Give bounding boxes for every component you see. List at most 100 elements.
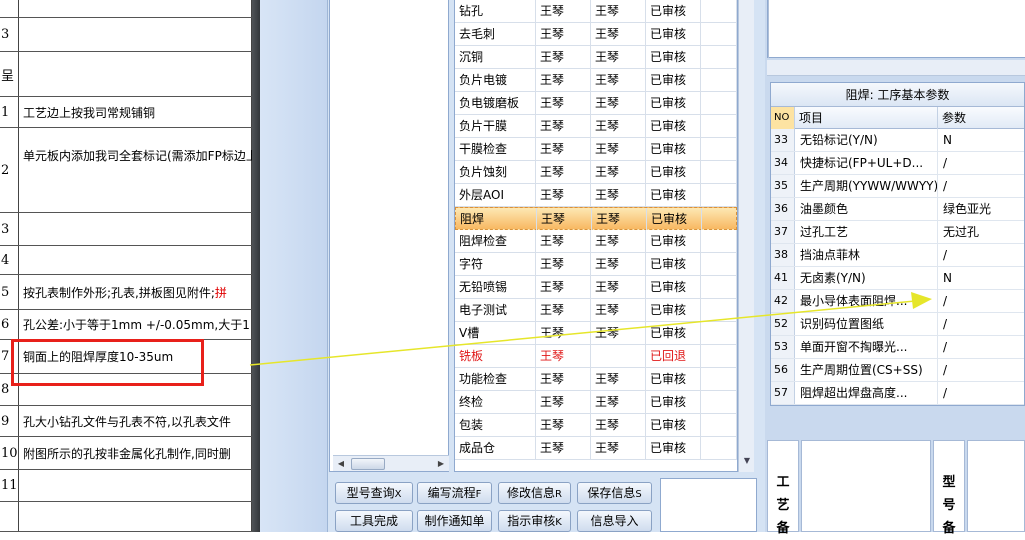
blank-cell[interactable] xyxy=(701,368,737,390)
process-row[interactable]: 干膜检查 王琴 王琴 已审核 xyxy=(455,138,737,161)
status-cell[interactable]: 已审核 xyxy=(646,92,701,114)
spec-review-button[interactable]: 指示审核K xyxy=(498,510,571,532)
status-cell[interactable]: 已审核 xyxy=(646,299,701,321)
checker-cell[interactable]: 王琴 xyxy=(591,414,646,436)
process-row[interactable]: 负片干膜 王琴 王琴 已审核 xyxy=(455,115,737,138)
status-cell[interactable]: 已回退 xyxy=(646,345,701,367)
param-value-cell[interactable]: / xyxy=(938,313,1024,335)
param-item-cell[interactable]: 油墨颜色 xyxy=(795,198,938,220)
param-row[interactable]: 57 阻焊超出焊盘高度... / xyxy=(771,382,1024,405)
process-row[interactable]: 电子测试 王琴 王琴 已审核 xyxy=(455,299,737,322)
param-item-cell[interactable]: 生产周期位置(CS+SS) xyxy=(795,359,938,381)
process-row[interactable]: 去毛刺 王琴 王琴 已审核 xyxy=(455,23,737,46)
blank-cell[interactable] xyxy=(701,414,737,436)
param-value-cell[interactable]: / xyxy=(938,336,1024,358)
process-name-cell[interactable]: 终检 xyxy=(455,391,536,413)
maker-cell[interactable]: 王琴 xyxy=(536,46,591,68)
checker-cell[interactable]: 王琴 xyxy=(591,437,646,459)
maker-cell[interactable]: 王琴 xyxy=(536,23,591,45)
scroll-left-icon[interactable]: ◀ xyxy=(335,458,347,470)
blank-cell[interactable] xyxy=(701,299,737,321)
process-name-cell[interactable]: 铣板 xyxy=(455,345,536,367)
param-item-cell[interactable]: 最小导体表面阻焊... xyxy=(795,290,938,312)
process-row[interactable]: 负片蚀刻 王琴 王琴 已审核 xyxy=(455,161,737,184)
status-cell[interactable]: 已审核 xyxy=(646,46,701,68)
modify-info-button[interactable]: 修改信息R xyxy=(498,482,571,504)
param-item-cell[interactable]: 挡油点菲林 xyxy=(795,244,938,266)
status-cell[interactable]: 已审核 xyxy=(646,115,701,137)
process-row[interactable]: 阻焊检查 王琴 王琴 已审核 xyxy=(455,230,737,253)
process-name-cell[interactable]: 外层AOI xyxy=(455,184,536,206)
param-value-cell[interactable]: / xyxy=(938,175,1024,197)
process-name-cell[interactable]: 负片蚀刻 xyxy=(455,161,536,183)
process-row[interactable]: V槽 王琴 王琴 已审核 xyxy=(455,322,737,345)
process-name-cell[interactable]: 钻孔 xyxy=(455,0,536,22)
param-item-cell[interactable]: 阻焊超出焊盘高度... xyxy=(795,382,938,404)
maker-cell[interactable]: 王琴 xyxy=(536,414,591,436)
status-cell[interactable]: 已审核 xyxy=(646,253,701,275)
maker-cell[interactable]: 王琴 xyxy=(536,276,591,298)
status-cell[interactable]: 已审核 xyxy=(646,69,701,91)
status-cell[interactable]: 已审核 xyxy=(646,184,701,206)
param-value-cell[interactable]: 无过孔 xyxy=(938,221,1024,243)
status-cell[interactable]: 已审核 xyxy=(646,0,701,22)
maker-cell[interactable]: 王琴 xyxy=(536,230,591,252)
maker-cell[interactable]: 王琴 xyxy=(536,92,591,114)
checker-cell[interactable] xyxy=(591,345,646,367)
make-notice-button[interactable]: 制作通知单 xyxy=(417,510,492,532)
maker-cell[interactable]: 王琴 xyxy=(536,299,591,321)
process-table-vscrollbar[interactable]: ▼ xyxy=(738,0,754,472)
maker-cell[interactable]: 王琴 xyxy=(536,345,591,367)
status-cell[interactable]: 已审核 xyxy=(646,23,701,45)
param-value-cell[interactable]: N xyxy=(938,267,1024,289)
process-row[interactable]: 阻焊 王琴 王琴 已审核 xyxy=(455,207,737,230)
maker-cell[interactable]: 王琴 xyxy=(537,208,592,230)
checker-cell[interactable]: 王琴 xyxy=(591,69,646,91)
status-cell[interactable]: 已审核 xyxy=(646,230,701,252)
process-name-cell[interactable]: 成品仓 xyxy=(455,437,536,459)
param-no-cell[interactable]: 38 xyxy=(771,244,795,266)
param-value-cell[interactable]: / xyxy=(938,290,1024,312)
param-no-cell[interactable]: 34 xyxy=(771,152,795,174)
status-cell[interactable]: 已审核 xyxy=(646,138,701,160)
checker-cell[interactable]: 王琴 xyxy=(591,276,646,298)
blank-cell[interactable] xyxy=(701,276,737,298)
maker-cell[interactable]: 王琴 xyxy=(536,253,591,275)
maker-cell[interactable]: 王琴 xyxy=(536,368,591,390)
param-grid[interactable]: 阻焊: 工序基本参数 NO 项目 参数 33 无铅标记(Y/N) N 34 快捷标记(F… xyxy=(770,82,1025,406)
model-query-button[interactable]: 型号查询X xyxy=(335,482,413,504)
param-row[interactable]: 42 最小导体表面阻焊... / xyxy=(771,290,1024,313)
checker-cell[interactable]: 王琴 xyxy=(591,184,646,206)
blank-cell[interactable] xyxy=(701,345,737,367)
maker-cell[interactable]: 王琴 xyxy=(536,69,591,91)
right-top-hscrollbar[interactable] xyxy=(767,60,1025,76)
process-row[interactable]: 无铅喷锡 王琴 王琴 已审核 xyxy=(455,276,737,299)
param-row[interactable]: 38 挡油点菲林 / xyxy=(771,244,1024,267)
blank-cell[interactable] xyxy=(701,46,737,68)
header-item[interactable]: 项目 xyxy=(795,107,938,129)
blank-cell[interactable] xyxy=(701,0,737,22)
save-info-button[interactable]: 保存信息S xyxy=(577,482,652,504)
blank-cell[interactable] xyxy=(701,437,737,459)
process-name-cell[interactable]: 负片电镀 xyxy=(455,69,536,91)
process-note-textbox[interactable] xyxy=(801,440,931,532)
process-row[interactable]: 字符 王琴 王琴 已审核 xyxy=(455,253,737,276)
param-no-cell[interactable]: 33 xyxy=(771,129,795,151)
checker-cell[interactable]: 王琴 xyxy=(591,368,646,390)
param-no-cell[interactable]: 41 xyxy=(771,267,795,289)
status-cell[interactable]: 已审核 xyxy=(646,322,701,344)
process-name-cell[interactable]: 阻焊 xyxy=(456,208,537,230)
process-name-cell[interactable]: 沉铜 xyxy=(455,46,536,68)
scroll-down-icon[interactable]: ▼ xyxy=(741,456,753,468)
checker-cell[interactable]: 王琴 xyxy=(591,23,646,45)
param-item-cell[interactable]: 生产周期(YYWW/WWYY) xyxy=(795,175,938,197)
maker-cell[interactable]: 王琴 xyxy=(536,138,591,160)
blank-cell[interactable] xyxy=(702,208,737,230)
checker-cell[interactable]: 王琴 xyxy=(591,299,646,321)
process-row[interactable]: 包装 王琴 王琴 已审核 xyxy=(455,414,737,437)
param-item-cell[interactable]: 无铅标记(Y/N) xyxy=(795,129,938,151)
param-row[interactable]: 53 单面开窗不掏曝光... / xyxy=(771,336,1024,359)
header-value[interactable]: 参数 xyxy=(938,107,1024,129)
blank-cell[interactable] xyxy=(701,253,737,275)
blank-cell[interactable] xyxy=(701,161,737,183)
